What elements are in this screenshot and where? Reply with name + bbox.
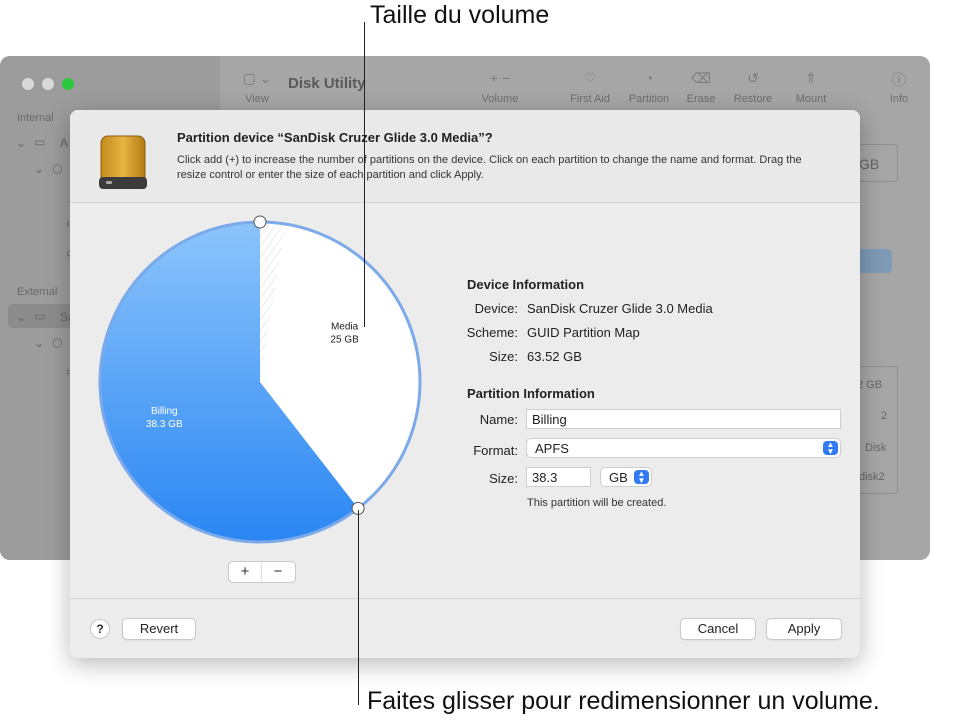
partition-name-field[interactable]: Billing xyxy=(526,409,841,429)
popup-arrows-icon: ▲ ▼ xyxy=(823,441,838,456)
chevron-down-icon[interactable]: ⌄ xyxy=(34,162,44,176)
partition-sheet: Partition device “SanDisk Cruzer Glide 3… xyxy=(70,110,860,658)
sidebar-internal-label: Internal xyxy=(17,112,54,124)
name-label: Name: xyxy=(479,412,518,427)
window-title: Disk Utility xyxy=(288,75,366,92)
scheme-value: GUID Partition Map xyxy=(527,325,640,340)
cancel-button[interactable]: Cancel xyxy=(680,618,756,640)
mount-icon[interactable]: ⇑ xyxy=(776,70,846,87)
chevron-down-icon[interactable]: ⌄ xyxy=(16,136,26,150)
info-cell: 2 xyxy=(881,410,888,422)
info-cell: disk2 xyxy=(859,471,885,483)
sheet-description: Click add (+) to increase the number of … xyxy=(177,154,802,181)
toolbar-label: Volume xyxy=(481,93,519,105)
toolbar-label: Mount xyxy=(795,93,827,105)
info-cell: 2 GB xyxy=(857,379,883,391)
format-label: Format: xyxy=(473,443,518,458)
callout-line-top xyxy=(364,22,365,327)
format-value: APFS xyxy=(535,441,569,456)
sidebar-internal-disk[interactable]: A xyxy=(60,136,68,150)
chevron-down-icon[interactable]: ⌄ xyxy=(34,336,44,350)
partition-pie-chart[interactable]: Media 25 GB Billing 38.3 GB xyxy=(88,210,438,550)
add-remove-volume-icon[interactable]: + − xyxy=(465,70,535,86)
apply-button[interactable]: Apply xyxy=(766,618,842,640)
resize-handle[interactable] xyxy=(253,215,267,229)
sidebar-view-icon[interactable]: ▢ ⌄ xyxy=(222,70,292,87)
device-label: Device: xyxy=(474,301,518,316)
container-icon: ⬡ xyxy=(52,336,63,350)
toolbar-label: Info xyxy=(889,93,909,105)
sheet-title: Partition device “SanDisk Cruzer Glide 3… xyxy=(177,130,493,145)
sidebar-external-label: External xyxy=(17,286,58,298)
callout-line-bottom xyxy=(358,510,359,705)
scheme-label: Scheme: xyxy=(466,325,518,340)
device-info-heading: Device Information xyxy=(467,277,585,292)
capacity-unit: GB xyxy=(859,156,880,172)
format-popup[interactable]: APFS ▲ ▼ xyxy=(526,438,841,458)
size-unit-popup[interactable]: GB ▲ ▼ xyxy=(600,467,652,487)
partition-size-label: Size: xyxy=(489,471,518,486)
minimize-window-button[interactable] xyxy=(42,78,54,90)
info-cell: Disk xyxy=(865,442,887,454)
drive-icon: ▭ xyxy=(34,135,46,149)
size-unit-value: GB xyxy=(609,470,628,485)
partition-info-heading: Partition Information xyxy=(467,386,595,401)
callout-drag-resize: Faites glisser pour redimensionner un vo… xyxy=(367,687,880,715)
info-icon[interactable]: ⓘ xyxy=(864,70,930,90)
remove-partition-button[interactable]: − xyxy=(261,562,294,582)
external-drive-icon xyxy=(99,135,147,189)
callout-volume-size: Taille du volume xyxy=(370,1,550,29)
add-partition-button[interactable]: + xyxy=(229,562,261,582)
revert-button[interactable]: Revert xyxy=(122,618,196,640)
popup-arrows-icon: ▲ ▼ xyxy=(634,470,649,485)
pie-label-media-name: Media xyxy=(331,322,359,333)
size-label: Size: xyxy=(489,349,518,364)
zoom-window-button[interactable] xyxy=(62,78,74,90)
help-button[interactable]: ? xyxy=(90,619,110,639)
pie-label-billing-size: 38.3 GB xyxy=(146,419,183,430)
size-value: 63.52 GB xyxy=(527,349,582,364)
drive-icon: ▭ xyxy=(34,309,46,323)
pie-label-media-size: 25 GB xyxy=(330,335,359,346)
device-value: SanDisk Cruzer Glide 3.0 Media xyxy=(527,301,713,316)
close-window-button[interactable] xyxy=(22,78,34,90)
partition-note: This partition will be created. xyxy=(527,497,667,509)
pie-label-billing-name: Billing xyxy=(151,406,178,417)
add-remove-control: + − xyxy=(228,561,296,583)
chevron-down-icon[interactable]: ⌄ xyxy=(16,310,26,324)
toolbar-label: View xyxy=(245,93,269,105)
partition-size-field[interactable]: 38.3 xyxy=(526,467,591,487)
container-icon: ⬡ xyxy=(52,162,63,176)
